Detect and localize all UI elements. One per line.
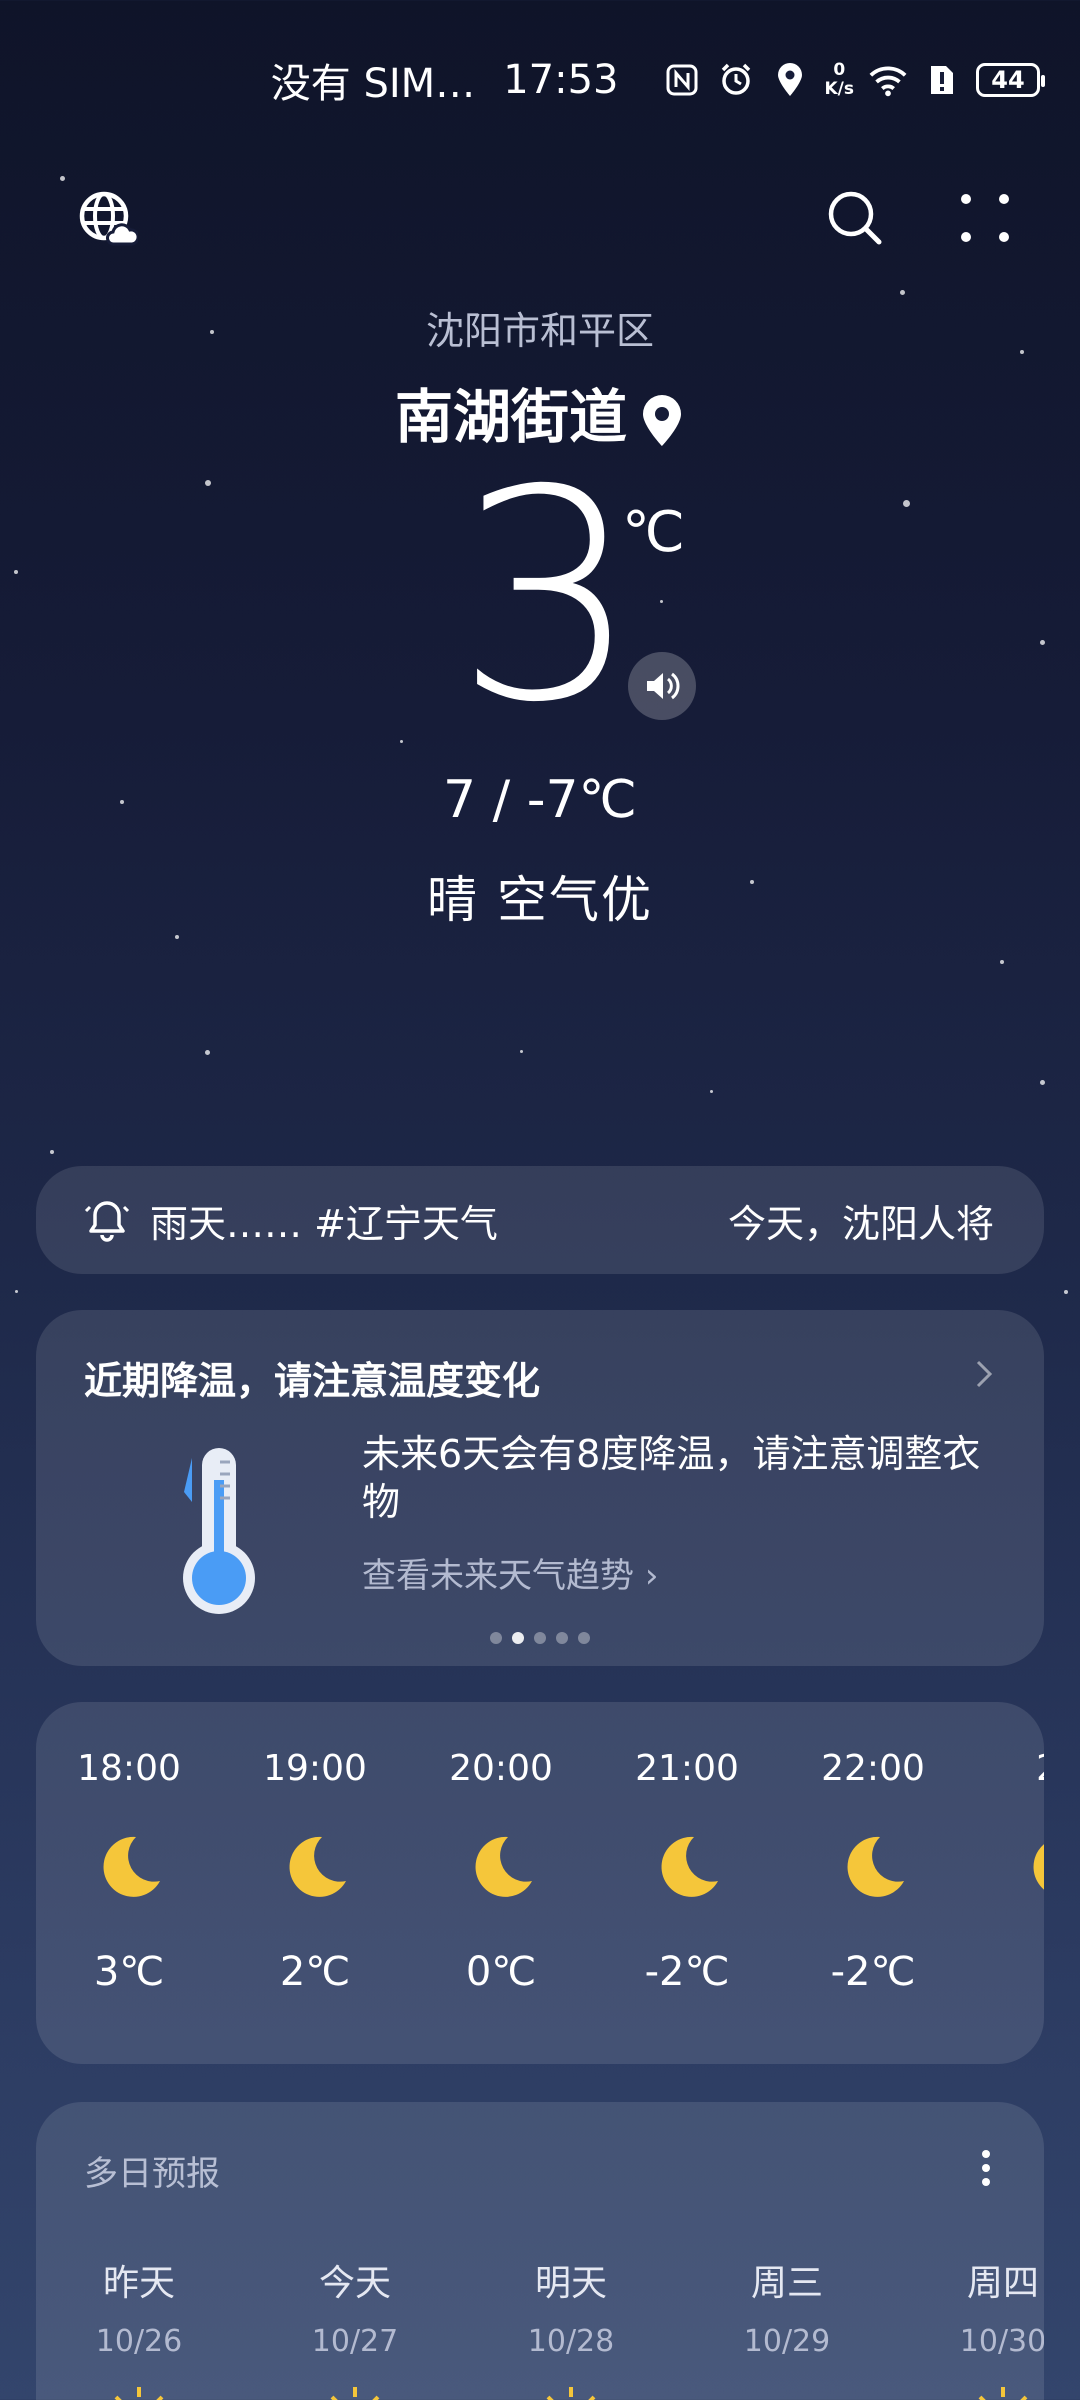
hour-temp: 3℃	[93, 1949, 165, 1995]
moon-icon	[475, 1836, 532, 1897]
current-temperature: 3	[455, 429, 640, 766]
hour-temp: -2℃	[644, 1949, 730, 1995]
carousel-dot-active	[512, 1632, 524, 1644]
moon-icon	[289, 1836, 346, 1897]
thermometer-icon	[183, 1448, 255, 1614]
clock: 17:53	[503, 57, 619, 103]
cloud-icon	[752, 2379, 822, 2400]
day-name: 明天	[534, 2263, 607, 2304]
hour-temp: -2℃	[830, 1949, 916, 1995]
search-icon	[828, 191, 882, 245]
nfc-icon	[662, 60, 702, 100]
chevron-right-icon	[976, 1360, 993, 1388]
more-options-button[interactable]	[955, 188, 1015, 248]
carousel-indicator	[36, 1632, 1044, 1644]
day-name: 昨天	[102, 2263, 175, 2304]
sim-alert-icon	[922, 60, 962, 100]
network-speed: 0 K/s	[824, 61, 854, 99]
day-name: 周三	[750, 2263, 823, 2304]
net-speed-value: 0	[833, 60, 846, 80]
battery-indicator: 44	[976, 63, 1045, 97]
day-name: 今天	[318, 2263, 391, 2304]
day-item[interactable]: 昨天 10/26	[46, 2254, 232, 2400]
hour-temp: -	[966, 1949, 1044, 1995]
carousel-dot	[556, 1632, 568, 1644]
temperature-alert-card[interactable]: 近期降温，请注意温度变化 未来6天会有8度降温，请注意调整衣物 查看未来天气趋势…	[36, 1310, 1044, 1666]
battery-level: 44	[991, 66, 1025, 94]
moon-icon	[661, 1836, 718, 1897]
city-manage-button[interactable]	[76, 188, 140, 250]
location-icon	[770, 60, 810, 100]
view-trend-link[interactable]: 查看未来天气趋势 ›	[362, 1548, 658, 1597]
multi-day-forecast[interactable]: 多日预报 昨天 10/26 今天 10/27 明天 10/28 周三 10/29…	[36, 2102, 1044, 2400]
sun-icon	[978, 2387, 1028, 2400]
globe-cloud-icon	[79, 191, 140, 246]
menu-dots-icon[interactable]	[976, 2144, 996, 2192]
status-bar: 没有 SIM… 17:53 0 K/s 44	[0, 48, 1080, 112]
carousel-dot	[490, 1632, 502, 1644]
news-ticker[interactable]: 雨天…… #辽宁天气 今天，沈阳人将	[36, 1166, 1044, 1274]
day-date: 10/28	[527, 2324, 615, 2359]
bell-icon	[84, 1201, 130, 1242]
day-item[interactable]: 周三 10/29	[694, 2254, 880, 2400]
hour-temp: 2℃	[279, 1949, 351, 1995]
temperature-range: 7 / -7℃	[443, 770, 637, 830]
carousel-dot	[578, 1632, 590, 1644]
hourly-item: 21:00 -2℃	[594, 1748, 780, 1995]
sun-icon	[114, 2387, 164, 2400]
sun-icon	[330, 2387, 380, 2400]
location-pin-icon	[643, 394, 681, 446]
day-item[interactable]: 周四 10/30	[910, 2254, 1044, 2400]
hour-time: 21:00	[635, 1748, 739, 1789]
ticker-text-right: 今天，沈阳人将	[728, 1201, 995, 1246]
moon-icon	[847, 1836, 904, 1897]
hourly-item: 23 -	[966, 1748, 1044, 1995]
view-trend-label: 查看未来天气趋势	[362, 1556, 634, 1596]
hourly-item: 19:00 2℃	[222, 1748, 408, 1995]
moon-icon	[1033, 1844, 1044, 1890]
net-speed-unit: K/s	[824, 79, 854, 99]
hour-time: 18:00	[77, 1748, 181, 1789]
hour-time: 23	[966, 1748, 1044, 1789]
voice-broadcast-button[interactable]	[628, 652, 696, 720]
day-date: 10/29	[743, 2324, 831, 2359]
carousel-dot	[534, 1632, 546, 1644]
more-dots-icon	[961, 194, 1009, 242]
day-date: 10/26	[95, 2324, 183, 2359]
hourly-forecast[interactable]: 18:00 3℃ 19:00 2℃ 20:00 0℃ 21:00 -2℃ 22:…	[36, 1702, 1044, 2064]
alert-description: 未来6天会有8度降温，请注意调整衣物	[362, 1432, 981, 1524]
hour-temp: 0℃	[465, 1949, 537, 1995]
day-item[interactable]: 今天 10/27	[262, 2254, 448, 2400]
hourly-item: 22:00 -2℃	[780, 1748, 966, 1995]
day-item[interactable]: 明天 10/28	[478, 2254, 664, 2400]
moon-icon	[103, 1836, 160, 1897]
hour-time: 20:00	[449, 1748, 553, 1789]
temperature-unit: ℃	[622, 500, 685, 565]
hour-time: 19:00	[263, 1748, 367, 1789]
sun-icon	[546, 2387, 596, 2400]
hourly-item: 18:00 3℃	[36, 1748, 222, 1995]
speaker-icon	[647, 672, 680, 700]
day-date: 10/27	[311, 2324, 399, 2359]
city-name: 沈阳市和平区	[425, 309, 654, 353]
hour-time: 22:00	[821, 1748, 925, 1789]
wifi-icon	[868, 60, 908, 100]
carrier-text: 没有 SIM…	[270, 61, 476, 107]
multi-day-title: 多日预报	[84, 2154, 220, 2194]
chevron-right-icon: ›	[644, 1556, 659, 1596]
alarm-icon	[716, 60, 756, 100]
day-date: 10/30	[959, 2324, 1044, 2359]
day-name: 周四	[966, 2263, 1039, 2304]
ticker-text-left: 雨天…… #辽宁天气	[150, 1201, 498, 1246]
alert-title: 近期降温，请注意温度变化	[84, 1359, 541, 1403]
weather-condition: 晴 空气优	[427, 871, 653, 929]
hourly-item: 20:00 0℃	[408, 1748, 594, 1995]
search-button[interactable]	[825, 188, 885, 248]
